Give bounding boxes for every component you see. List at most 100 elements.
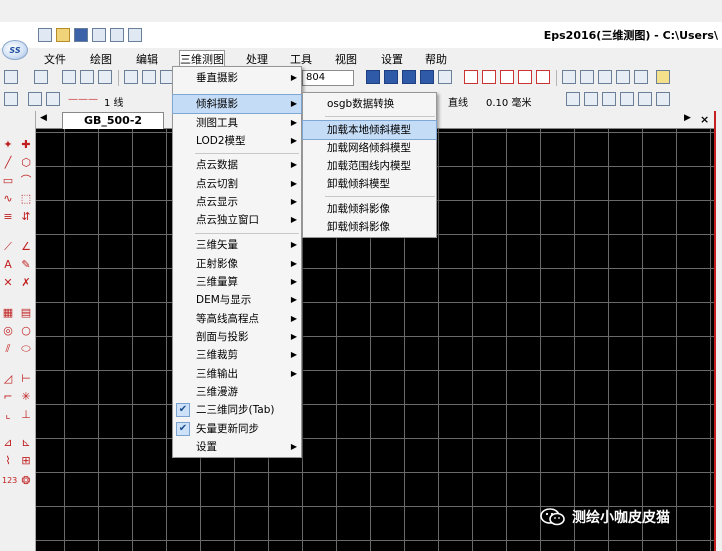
dd-item-point-cloud-display[interactable]: 点云显示 ▶ <box>173 193 301 211</box>
layer-tool-2-icon[interactable] <box>482 70 496 84</box>
info-icon[interactable] <box>28 92 42 106</box>
menu-settings[interactable]: 设置 <box>381 51 403 67</box>
layer-tool-5-icon[interactable] <box>536 70 550 84</box>
trim-icon[interactable]: ⌞ <box>2 409 14 421</box>
dd-item-point-cloud-data[interactable]: 点云数据 ▶ <box>173 156 301 174</box>
print-icon[interactable] <box>92 28 106 42</box>
dd-item-mapping-tools[interactable]: 测图工具 ▶ <box>173 114 301 132</box>
table-icon[interactable]: ▤ <box>20 307 32 319</box>
menu-process[interactable]: 处理 <box>246 51 268 67</box>
close-tab-icon[interactable]: × <box>700 113 709 126</box>
text-style-icon[interactable] <box>616 70 630 84</box>
tab-scroll-left-icon[interactable]: ◀ <box>40 113 47 123</box>
dd-item-2d3d-sync[interactable]: ✔ 二三维同步(Tab) <box>173 401 301 419</box>
dd-item-3d-vector[interactable]: 三维矢量 ▶ <box>173 236 301 254</box>
grid-view-icon[interactable] <box>420 70 434 84</box>
circle-target-icon[interactable]: ◎ <box>2 325 14 337</box>
diagonal-icon[interactable]: ✗ <box>20 277 32 289</box>
point-icon[interactable]: ✦ <box>2 139 14 151</box>
layer-icon[interactable] <box>4 92 18 106</box>
menu-view[interactable]: 视图 <box>335 51 357 67</box>
connect-icon[interactable]: ⌐ <box>2 391 14 403</box>
printer-dropdown-icon[interactable] <box>128 28 142 42</box>
dd-item-point-cloud-cut[interactable]: 点云切割 ▶ <box>173 175 301 193</box>
label-a-icon[interactable]: A <box>2 259 14 271</box>
view-layout-3-icon[interactable] <box>402 70 416 84</box>
menu-edit[interactable]: 编辑 <box>136 51 158 67</box>
snap-2-icon[interactable] <box>580 70 594 84</box>
view-layout-2-icon[interactable] <box>384 70 398 84</box>
extend-icon[interactable]: ⊥ <box>20 409 32 421</box>
cube-icon[interactable] <box>656 92 670 106</box>
line-icon[interactable]: ╱ <box>2 157 14 169</box>
linetype-label[interactable]: 直线 <box>448 94 468 109</box>
rect-icon[interactable]: ▭ <box>2 175 14 187</box>
menu-tools[interactable]: 工具 <box>290 51 312 67</box>
dimension-icon[interactable]: ⇵ <box>20 211 32 223</box>
save-icon[interactable] <box>74 28 88 42</box>
dd-item-contour-points[interactable]: 等高线高程点 ▶ <box>173 310 301 328</box>
property-icon[interactable] <box>46 92 60 106</box>
layer-tool-4-icon[interactable] <box>518 70 532 84</box>
dd-item-settings[interactable]: 设置 ▶ <box>173 438 301 456</box>
angle-icon[interactable]: ∠ <box>20 241 32 253</box>
arc-icon[interactable]: ⌒ <box>20 175 32 187</box>
redo-icon[interactable] <box>34 70 48 84</box>
measure-icon[interactable]: ⊾ <box>20 437 32 449</box>
text-icon[interactable]: ≡ <box>2 211 14 223</box>
hatch-icon[interactable]: ▦ <box>2 307 14 319</box>
dd-item-vertical-photo[interactable]: 垂直摄影 ▶ <box>173 69 301 87</box>
polyline-icon[interactable]: ⟋ <box>2 241 14 253</box>
zoom-out-icon[interactable] <box>124 70 138 84</box>
symbol-icon[interactable]: ✚ <box>20 139 32 151</box>
monitor-icon[interactable] <box>638 92 652 106</box>
sub-item-unload-oblique-image[interactable]: 卸载倾斜影像 <box>303 218 436 236</box>
lock-icon[interactable] <box>566 92 580 106</box>
menu-file[interactable]: 文件 <box>44 51 66 67</box>
polygon-icon[interactable]: ⬡ <box>20 157 32 169</box>
dd-item-3d-roam[interactable]: 三维漫游 <box>173 383 301 401</box>
sub-item-load-oblique-image[interactable]: 加载倾斜影像 <box>303 200 436 218</box>
numbering-tool-icon[interactable]: 123 <box>2 475 17 487</box>
sub-item-load-range-model[interactable]: 加载范围线内模型 <box>303 157 436 175</box>
offset-icon[interactable]: ⫽ <box>2 343 14 355</box>
paste-icon[interactable] <box>98 70 112 84</box>
numbering-icon[interactable] <box>634 70 648 84</box>
cross-icon[interactable]: ✕ <box>2 277 14 289</box>
copy-icon[interactable] <box>80 70 94 84</box>
dd-item-3d-measure[interactable]: 三维量算 ▶ <box>173 273 301 291</box>
brush-icon[interactable] <box>620 92 634 106</box>
linewidth-value[interactable]: 0.10 毫米 <box>486 94 531 109</box>
cut-icon[interactable] <box>62 70 76 84</box>
snap-1-icon[interactable] <box>562 70 576 84</box>
zoom-in-icon[interactable] <box>142 70 156 84</box>
scale-combo[interactable]: 804 <box>302 70 354 86</box>
undo-icon[interactable] <box>4 70 18 84</box>
dd-item-3d-clip[interactable]: 三维裁剪 ▶ <box>173 346 301 364</box>
circle-icon[interactable]: ○ <box>20 325 32 337</box>
dd-item-section-projection[interactable]: 剖面与投影 ▶ <box>173 328 301 346</box>
tab-scroll-right-icon[interactable]: ▶ <box>684 113 691 123</box>
dd-item-dem-display[interactable]: DEM与显示 ▶ <box>173 291 301 309</box>
menu-draw[interactable]: 绘图 <box>90 51 112 67</box>
dd-item-3d-output[interactable]: 三维输出 ▶ <box>173 365 301 383</box>
dd-item-ortho-image[interactable]: 正射影像 ▶ <box>173 255 301 273</box>
print-preview-icon[interactable] <box>110 28 124 42</box>
menu-3d-mapping[interactable]: 三维测图 <box>179 50 225 68</box>
settings-icon[interactable]: ❂ <box>20 475 32 487</box>
dd-item-oblique-photo[interactable]: 倾斜摄影 ▶ <box>172 94 302 114</box>
layer-tool-1-icon[interactable] <box>464 70 478 84</box>
open-folder-icon[interactable] <box>56 28 70 42</box>
sub-item-osgb-convert[interactable]: osgb数据转换 <box>303 95 436 113</box>
split-icon[interactable]: ⊢ <box>20 373 32 385</box>
view-layout-1-icon[interactable] <box>366 70 380 84</box>
ellipse-icon[interactable]: ⬭ <box>20 343 32 355</box>
dd-item-point-cloud-window[interactable]: 点云独立窗口 ▶ <box>173 211 301 229</box>
sub-item-load-local-model[interactable]: 加载本地倾斜模型 <box>302 120 437 140</box>
pen-icon[interactable]: ✎ <box>20 259 32 271</box>
highlight-icon[interactable] <box>656 70 670 84</box>
fence-icon[interactable]: ⊞ <box>20 455 32 467</box>
note-icon[interactable] <box>584 92 598 106</box>
stair-icon[interactable]: ⌇ <box>2 455 14 467</box>
document-icon[interactable] <box>602 92 616 106</box>
